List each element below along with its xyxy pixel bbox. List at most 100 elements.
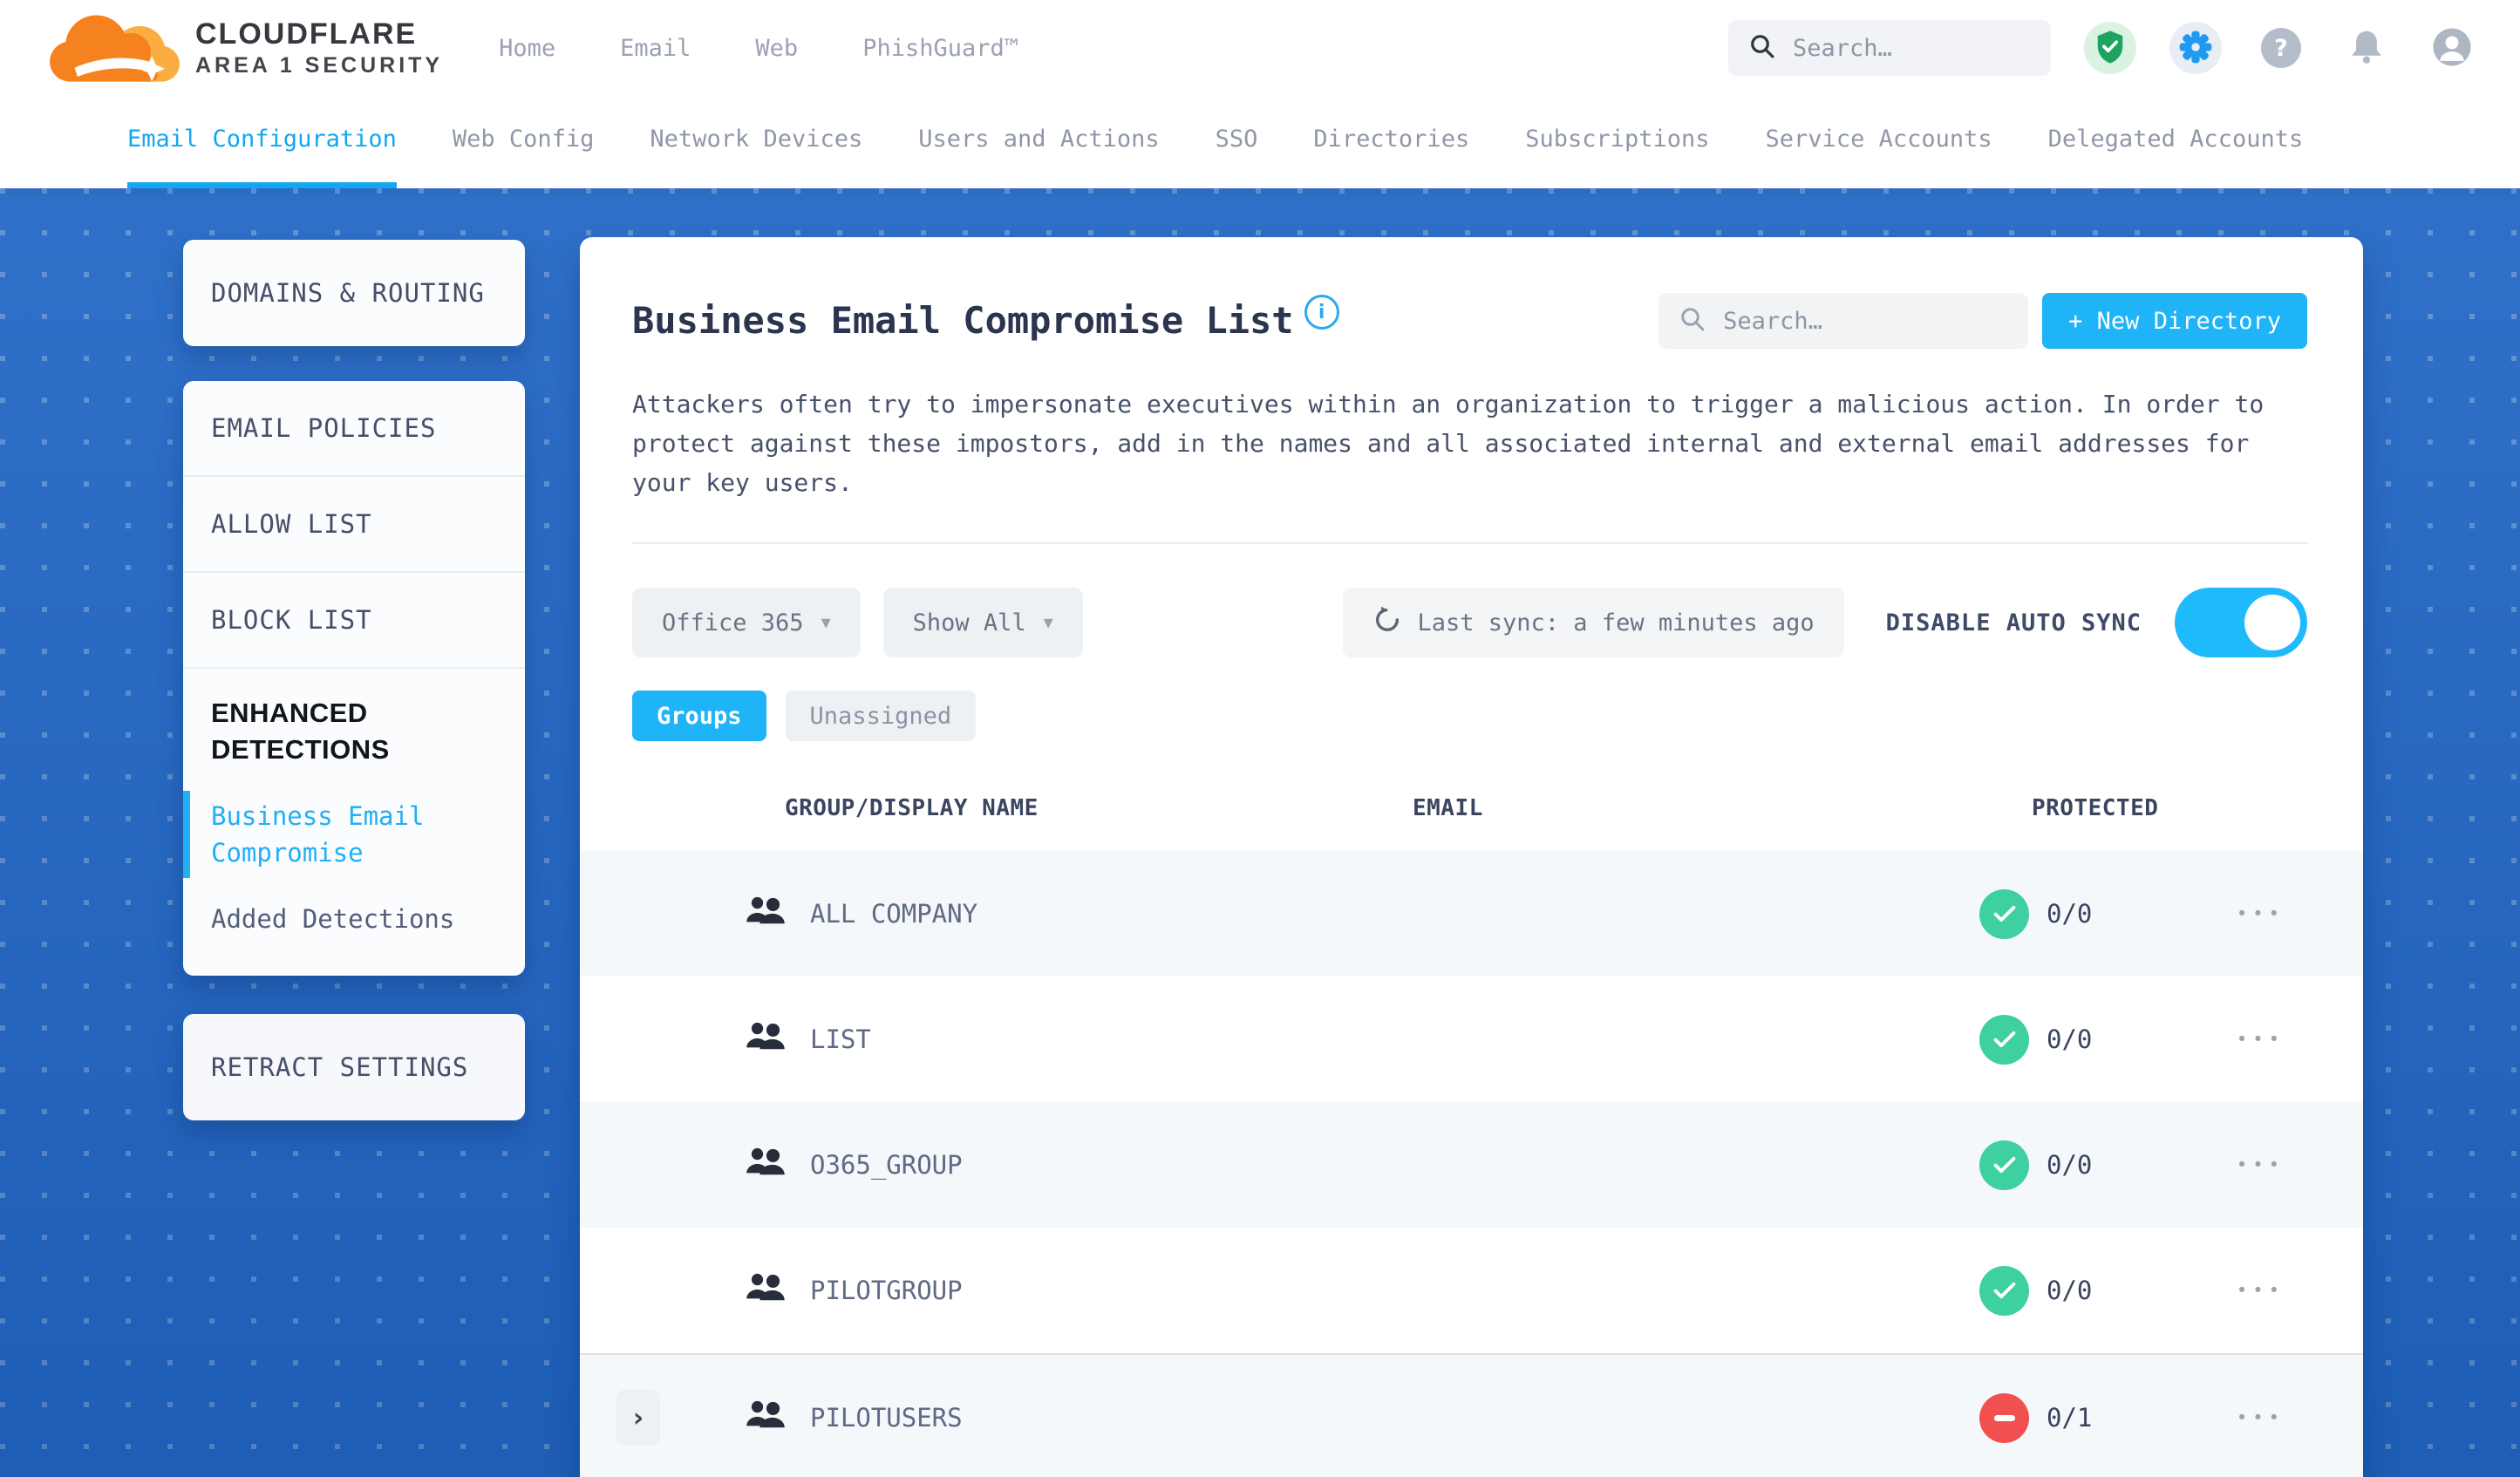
help-button[interactable]: ? <box>2255 22 2307 74</box>
toggle-knob <box>2244 595 2300 651</box>
caret-down-icon: ▾ <box>821 611 831 634</box>
auto-sync-toggle[interactable] <box>2175 588 2307 658</box>
protected-check-icon <box>1979 1014 2029 1065</box>
gear-icon <box>2177 29 2214 68</box>
row-menu-button[interactable]: ••• <box>2230 896 2292 931</box>
protected-count: 0/0 <box>2047 899 2093 929</box>
row-expand-cell: › <box>580 1390 732 1446</box>
search-icon <box>1749 33 1775 63</box>
tab-subscriptions[interactable]: Subscriptions <box>1525 96 1709 188</box>
sidebar-item-added-detections[interactable]: Added Detections <box>211 901 497 937</box>
group-name-cell: O365_GROUP <box>732 1147 1360 1184</box>
sidebar-item-label: DOMAINS & ROUTING <box>211 278 485 308</box>
info-icon[interactable]: i <box>1304 295 1339 330</box>
sidebar-item-domains-routing[interactable]: DOMAINS & ROUTING <box>183 240 525 346</box>
last-sync-text: Last sync: a few minutes ago <box>1417 609 1815 636</box>
directory-filter-dropdown[interactable]: Office 365 ▾ <box>632 588 861 658</box>
tab-delegated-accounts[interactable]: Delegated Accounts <box>2048 96 2304 188</box>
section-navigation: Email Configuration Web Config Network D… <box>0 96 2520 188</box>
topnav-item-phishguard[interactable]: PhishGuard™ <box>862 35 1018 62</box>
protected-check-icon <box>1979 888 2029 939</box>
bell-icon <box>2350 29 2383 68</box>
sidebar-item-label: BLOCK LIST <box>211 605 372 635</box>
sidebar-item-business-email-compromise[interactable]: Business Email Compromise <box>183 790 497 878</box>
table-row[interactable]: ALL COMPANY 0/0 ••• <box>580 851 2363 977</box>
question-mark-icon: ? <box>2261 28 2301 68</box>
new-directory-button[interactable]: + New Directory <box>2042 293 2307 349</box>
protected-cell: 0/0 <box>1979 1140 2363 1190</box>
row-menu-button[interactable]: ••• <box>2230 1022 2292 1057</box>
tab-service-accounts[interactable]: Service Accounts <box>1766 96 1992 188</box>
table-row[interactable]: PILOTGROUP 0/0 ••• <box>580 1228 2363 1353</box>
tab-email-configuration[interactable]: Email Configuration <box>127 96 397 188</box>
topnav-item-home[interactable]: Home <box>499 35 555 62</box>
sidebar-menu: EMAIL POLICIES ALLOW LIST BLOCK LIST ENH… <box>183 381 525 976</box>
sidebar-item-block-list[interactable]: BLOCK LIST <box>183 571 525 667</box>
topnav-item-email[interactable]: Email <box>620 35 691 62</box>
sidebar-item-email-policies[interactable]: EMAIL POLICIES <box>183 381 525 475</box>
sync-controls: Last sync: a few minutes ago DISABLE AUT… <box>1342 588 2307 658</box>
tab-web-config[interactable]: Web Config <box>453 96 595 188</box>
notifications-button[interactable] <box>2340 22 2393 74</box>
cloudflare-cloud-icon <box>49 12 180 84</box>
protected-cell: 0/1 <box>1979 1392 2363 1443</box>
column-header-protected: PROTECTED <box>2032 795 2159 822</box>
page-background: DOMAINS & ROUTING EMAIL POLICIES ALLOW L… <box>0 188 2520 1477</box>
top-navigation: Home Email Web PhishGuard™ <box>499 35 1018 62</box>
tab-users-and-actions[interactable]: Users and Actions <box>918 96 1159 188</box>
tab-sso[interactable]: SSO <box>1216 96 1258 188</box>
list-tabs: Groups Unassigned <box>632 691 2307 742</box>
brand-subname: AREA 1 SECURITY <box>195 52 444 78</box>
table-row[interactable]: LIST 0/0 ••• <box>580 977 2363 1102</box>
page-title: Business Email Compromise List <box>632 299 1294 342</box>
protected-count: 0/0 <box>2047 1276 2093 1306</box>
protected-count: 0/0 <box>2047 1024 2093 1055</box>
sidebar-item-label: EMAIL POLICIES <box>211 413 437 443</box>
header-actions: ? <box>1728 20 2478 76</box>
tab-unassigned[interactable]: Unassigned <box>785 691 977 742</box>
protected-count: 0/0 <box>2047 1150 2093 1181</box>
sidebar-item-label: ALLOW LIST <box>211 509 372 539</box>
search-icon <box>1679 306 1706 336</box>
content-card: Business Email Compromise List i + New D… <box>580 237 2363 1477</box>
table-row[interactable]: › PILOTUSERS 0/1 ••• <box>580 1353 2363 1477</box>
page-description: Attackers often try to impersonate execu… <box>632 390 2265 497</box>
topnav-item-web[interactable]: Web <box>755 35 798 62</box>
table-row[interactable]: O365_GROUP 0/0 ••• <box>580 1102 2363 1229</box>
security-status-button[interactable] <box>2084 22 2136 74</box>
protected-count: 0/1 <box>2047 1403 2093 1433</box>
group-name-cell: ALL COMPANY <box>732 895 1360 933</box>
not-protected-minus-icon <box>1979 1392 2029 1443</box>
group-name: ALL COMPANY <box>810 899 978 929</box>
brand-name: CLOUDFLARE <box>195 17 418 51</box>
user-avatar-icon <box>2432 27 2472 70</box>
global-search-input[interactable] <box>1791 33 2004 63</box>
card-header-actions: + New Directory <box>1658 293 2307 349</box>
column-header-group-display-name: GROUP/DISPLAY NAME <box>785 795 1039 822</box>
list-search-input[interactable] <box>1721 306 1979 336</box>
group-name: O365_GROUP <box>810 1150 963 1181</box>
user-profile-button[interactable] <box>2426 22 2478 74</box>
row-menu-button[interactable]: ••• <box>2230 1147 2292 1182</box>
brand-logo[interactable]: CLOUDFLARE AREA 1 SECURITY <box>49 12 443 84</box>
tab-network-devices[interactable]: Network Devices <box>650 96 862 188</box>
sidebar-heading-enhanced-detections: ENHANCED DETECTIONS <box>211 698 390 765</box>
tab-groups[interactable]: Groups <box>632 691 766 742</box>
list-search[interactable] <box>1658 293 2029 349</box>
directory-filter-value: Office 365 <box>662 609 804 636</box>
table-header: GROUP/DISPLAY NAME EMAIL PROTECTED <box>632 795 2307 821</box>
sidebar-item-retract-settings[interactable]: RETRACT SETTINGS <box>183 1014 525 1120</box>
table-body: ALL COMPANY 0/0 ••• LIST 0/0 ••• O365_GR… <box>580 851 2363 1477</box>
row-menu-button[interactable]: ••• <box>2230 1400 2292 1435</box>
show-filter-dropdown[interactable]: Show All ▾ <box>882 588 1083 658</box>
protected-check-icon <box>1979 1265 2029 1316</box>
group-people-icon <box>746 1021 786 1058</box>
tab-directories[interactable]: Directories <box>1313 96 1469 188</box>
last-sync-status[interactable]: Last sync: a few minutes ago <box>1342 588 1844 658</box>
row-expand-button[interactable]: › <box>616 1390 660 1446</box>
global-search[interactable] <box>1728 20 2051 76</box>
sidebar-item-allow-list[interactable]: ALLOW LIST <box>183 475 525 571</box>
settings-button[interactable] <box>2169 22 2222 74</box>
row-menu-button[interactable]: ••• <box>2230 1273 2292 1308</box>
group-name-cell: PILOTGROUP <box>732 1272 1360 1310</box>
